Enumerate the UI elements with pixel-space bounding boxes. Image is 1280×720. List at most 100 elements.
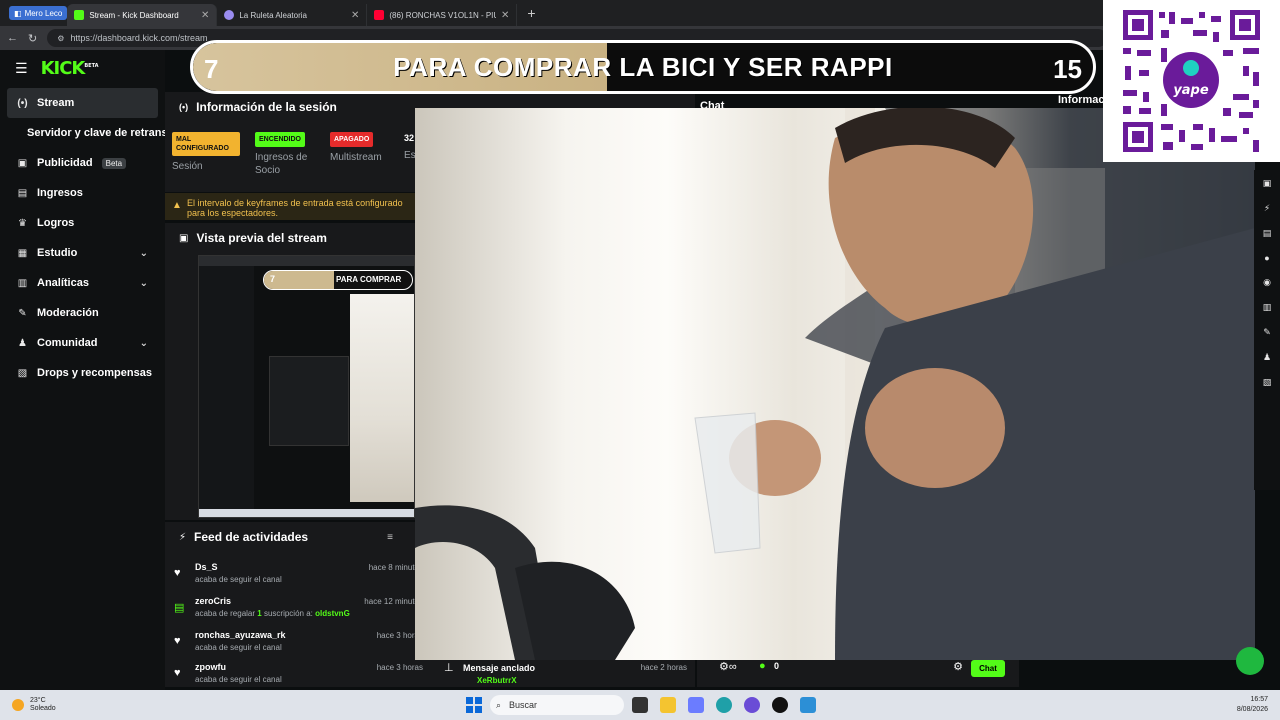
list-icon[interactable]: ▤ (1263, 228, 1272, 239)
taskbar-search[interactable]: ⌕ Buscar (490, 695, 624, 715)
page-icon[interactable]: ▥ (1263, 302, 1272, 313)
profile-chip[interactable]: ◧ Mero Leco (9, 6, 68, 20)
broadcast-icon[interactable]: ◉ (1263, 277, 1271, 288)
ad-icon: ▣ (17, 157, 28, 169)
feed-user[interactable]: zeroCris (195, 596, 231, 606)
lightning-icon: ⚡ (179, 531, 187, 543)
sidebar-item-label: Stream (37, 97, 75, 109)
file-explorer-icon[interactable] (660, 697, 676, 713)
banner-goal-number: 15 (1053, 54, 1082, 84)
logo-beta-badge: BETA (84, 62, 99, 69)
feed-desc-user[interactable]: oldstvnG (315, 609, 350, 618)
windows-start-icon[interactable] (466, 697, 482, 713)
stream-preview-panel: ▣ Vista previa del stream 7 PARA COMPRAR (165, 223, 415, 520)
feed-user[interactable]: zpowfu (195, 662, 226, 672)
lightning-icon[interactable]: ⚡ (1264, 203, 1270, 214)
mini-cam (350, 294, 414, 502)
copilot-icon[interactable] (688, 697, 704, 713)
sidebar-item-label: Logros (37, 217, 75, 229)
drops-icon[interactable]: ▧ (1263, 377, 1272, 388)
info-header: Informac (1058, 94, 1104, 106)
feed-desc: acaba de seguir el canal (195, 643, 282, 652)
mini-banner-text: PARA COMPRAR (336, 275, 402, 284)
sidebar-brand: ☰ KICKBETA (0, 50, 165, 86)
pinned-label: Mensaje anclado (463, 663, 536, 673)
community-icon[interactable]: ♟ (1263, 352, 1271, 363)
close-tab-icon[interactable]: ✕ (351, 10, 359, 21)
sidebar-item-label: Servidor y clave de retransmisión (27, 127, 165, 139)
close-tab-icon[interactable]: ✕ (201, 10, 209, 21)
goal-progress-banner: PARA COMPRAR LA BICI Y SER RAPPI 7 15 (190, 40, 1096, 94)
floating-chat-button[interactable] (1236, 647, 1264, 675)
sidebar-item-publicidad[interactable]: ▣ Publicidad Beta (0, 148, 165, 178)
feed-item: ♥ Ds_S acaba de seguir el canal hace 8 m… (174, 562, 426, 596)
obs-icon[interactable] (772, 697, 788, 713)
sidebar-item-estudio[interactable]: ▦ Estudio ⌄ (0, 238, 165, 268)
discord-icon[interactable] (744, 697, 760, 713)
status-badge: APAGADO (330, 132, 374, 147)
system-clock[interactable]: 16:57 8/08/2026 (1237, 695, 1268, 715)
clock-date: 8/08/2026 (1236, 706, 1268, 713)
filter-icon[interactable]: ≡ (387, 532, 393, 543)
chevron-down-icon: ⌄ (139, 247, 148, 259)
search-placeholder: Buscar (509, 700, 538, 710)
back-arrow-icon[interactable]: ← (7, 32, 18, 44)
preview-player[interactable]: 7 PARA COMPRAR (198, 255, 415, 518)
mini-sidebar (199, 266, 254, 517)
site-info-icon[interactable]: ⚙ (57, 34, 64, 43)
close-tab-icon[interactable]: ✕ (501, 10, 509, 21)
feed-header: ⚡ Feed de actividades ≡ (165, 522, 433, 552)
chevron-down-icon: ⌄ (139, 277, 148, 289)
pinned-message[interactable]: ⊥ Mensaje anclado hace 2 horas XeRbutrrX (433, 657, 695, 687)
mini-taskbar (199, 509, 414, 517)
preview-title: Vista previa del stream (196, 231, 327, 245)
weather-widget[interactable]: 23°C Soleado (12, 697, 56, 713)
app-icon[interactable] (800, 697, 816, 713)
tool-icon[interactable]: ▣ (1263, 178, 1272, 189)
feed-desc: acaba de seguir el canal (195, 675, 282, 684)
session-title: Información de la sesión (196, 100, 337, 114)
heart-icon: ♥ (174, 567, 181, 579)
mini-recursive-preview (269, 356, 349, 446)
sidebar-item-ingresos[interactable]: ▤ Ingresos (0, 178, 165, 208)
sidebar-item-analiticas[interactable]: ▥ Analíticas ⌄ (0, 268, 165, 298)
studio-icon: ▦ (17, 247, 28, 259)
tab-kick-dashboard[interactable]: Stream - Kick Dashboard ✕ (67, 4, 218, 26)
mini-tabbar (199, 256, 414, 266)
stat-label: Multistream (330, 152, 382, 163)
preview-header: ▣ Vista previa del stream (165, 223, 415, 253)
feed-item: ▤ zeroCris acaba de regalar 1 suscripció… (174, 596, 426, 630)
settings-gear-icon[interactable]: ⚙ (953, 660, 963, 673)
sidebar-item-drops[interactable]: ▧ Drops y recompensas (0, 358, 165, 388)
chat-bubble-icon[interactable]: ● (1264, 253, 1269, 263)
analytics-icon: ▥ (17, 277, 28, 289)
money-icon: ▤ (17, 187, 28, 199)
pinned-user[interactable]: XeRbutrrX (477, 676, 517, 686)
ruleta-favicon-icon (224, 10, 235, 20)
tab-ruleta[interactable]: La Ruleta Aleatoria ✕ (217, 4, 368, 26)
chat-send-button[interactable]: Chat (971, 660, 1005, 677)
wrench-icon: ✎ (18, 307, 27, 319)
edge-icon[interactable] (716, 697, 732, 713)
yape-brand-text: yape (1173, 83, 1209, 98)
sidebar-item-comunidad[interactable]: ♟ Comunidad ⌄ (0, 328, 165, 358)
info-title: Informac (1058, 94, 1105, 106)
reload-icon[interactable]: ↻ (28, 32, 37, 45)
share-infinite-icon[interactable]: ⚙∞ (719, 660, 737, 673)
beta-badge: Beta (101, 157, 127, 169)
kick-logo[interactable]: KICKBETA (41, 58, 99, 79)
sidebar-item-moderacion[interactable]: ✎ Moderación (0, 298, 165, 328)
feed-desc-mid: suscripción a: (263, 609, 313, 618)
youtube-favicon-icon (374, 10, 385, 20)
wrench-icon[interactable]: ✎ (1263, 327, 1271, 338)
new-tab-icon[interactable]: + (527, 5, 535, 21)
task-view-icon[interactable] (632, 697, 648, 713)
gift-icon: ▤ (174, 602, 185, 614)
feed-user[interactable]: ronchas_ayuzawa_rk (195, 630, 286, 640)
tab-youtube[interactable]: (86) RONCHAS V1OL1N - PIURANI ✕ (367, 4, 518, 26)
sidebar-item-server-key[interactable]: Servidor y clave de retransmisión (0, 118, 165, 148)
menu-icon[interactable]: ☰ (15, 60, 28, 77)
sidebar-item-stream[interactable]: (•) Stream (7, 88, 158, 118)
feed-user[interactable]: Ds_S (195, 562, 218, 572)
sidebar-item-logros[interactable]: ♛ Logros (0, 208, 165, 238)
